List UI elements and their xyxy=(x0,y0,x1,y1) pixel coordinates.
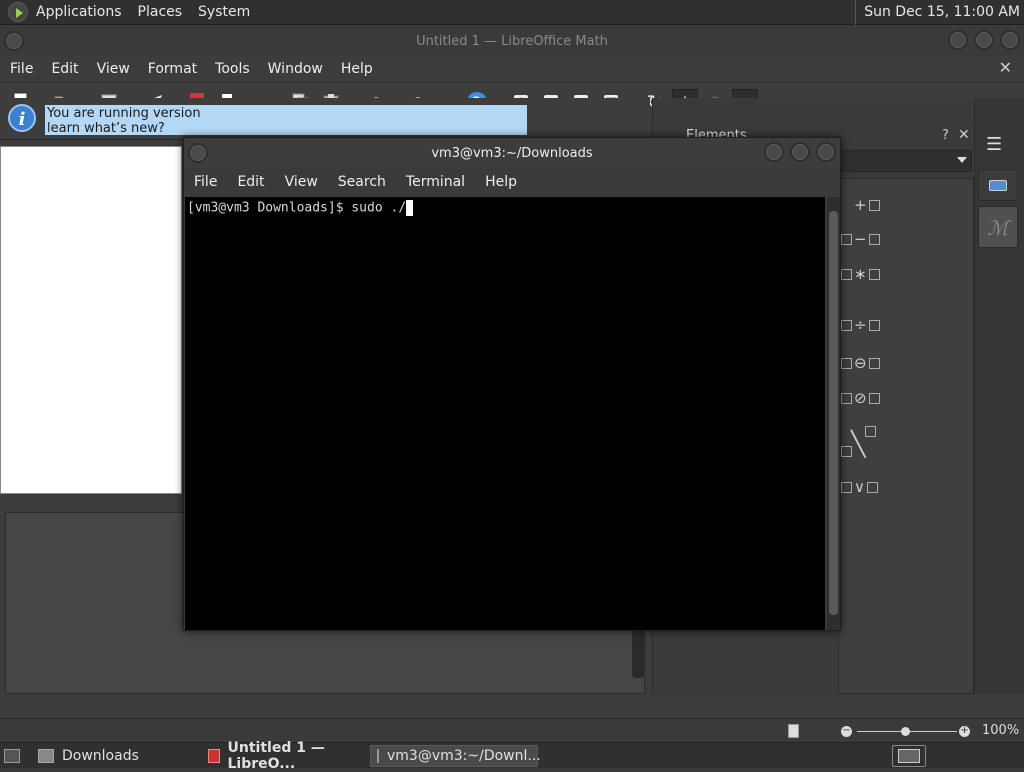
element-circled-slash[interactable]: ⊘ xyxy=(839,389,899,407)
infobar: i You are running version learn what’s n… xyxy=(0,98,650,140)
terminal-menu-help[interactable]: Help xyxy=(475,174,527,190)
terminal-scrollbar-thumb[interactable] xyxy=(829,211,838,615)
maximize-button[interactable] xyxy=(974,30,994,50)
terminal-output[interactable]: [vm3@vm3 Downloads]$ sudo ./ xyxy=(185,197,825,630)
terminal-menu-terminal[interactable]: Terminal xyxy=(396,174,475,190)
element-minus[interactable]: − xyxy=(839,230,899,248)
menu-view[interactable]: View xyxy=(87,61,138,77)
workspace-1-icon xyxy=(898,749,920,763)
formula-document[interactable] xyxy=(0,146,182,494)
menu-help[interactable]: Help xyxy=(331,61,381,77)
terminal-menu-file[interactable]: File xyxy=(184,174,227,190)
zoom-in-button[interactable]: + xyxy=(959,726,970,737)
window-title: Untitled 1 — LibreOffice Math xyxy=(416,33,608,49)
zoom-value[interactable]: 100% xyxy=(982,723,1019,738)
terminal-window: vm3@vm3:~/Downloads File Edit View Searc… xyxy=(183,137,841,631)
applications-menu[interactable]: Applications xyxy=(28,0,130,25)
sidebar-help-icon[interactable]: ? xyxy=(942,128,958,144)
terminal-menu-search[interactable]: Search xyxy=(328,174,396,190)
elements-category-dropdown[interactable] xyxy=(838,150,972,172)
taskbar-item-libreoffice[interactable]: Untitled 1 — LibreO... xyxy=(202,740,368,772)
sidebar-close-icon[interactable]: ✕ xyxy=(958,127,970,143)
terminal-scrollbar[interactable] xyxy=(827,197,840,630)
places-menu[interactable]: Places xyxy=(130,0,191,25)
menu-tools[interactable]: Tools xyxy=(205,61,258,77)
infobar-message[interactable]: You are running version learn what’s new… xyxy=(45,105,527,135)
libreoffice-menubar: File Edit View Format Tools Window Help … xyxy=(0,56,1024,82)
system-menu[interactable]: System xyxy=(190,0,258,25)
terminal-window-menu-icon[interactable] xyxy=(188,143,208,163)
clock[interactable]: Sun Dec 15, 11:00 AM xyxy=(855,0,1020,25)
elements-deck-icon[interactable]: ℳ xyxy=(978,206,1018,248)
elements-grid: + − ∗ ÷ ⊖ ⊘ ╲ ∨ xyxy=(838,178,974,694)
window-menu-icon[interactable] xyxy=(4,31,24,51)
workspace-switcher[interactable] xyxy=(892,745,926,767)
terminal-icon xyxy=(377,749,379,763)
terminal-prompt-line: [vm3@vm3 Downloads]$ sudo ./ xyxy=(187,200,407,216)
element-plus[interactable]: + xyxy=(839,196,899,214)
terminal-titlebar[interactable]: vm3@vm3:~/Downloads xyxy=(184,138,840,168)
element-circled-minus[interactable]: ⊖ xyxy=(839,354,899,372)
properties-deck-icon[interactable] xyxy=(978,169,1018,201)
terminal-cursor xyxy=(406,200,414,216)
show-desktop-button[interactable] xyxy=(2,745,22,767)
close-window-button[interactable] xyxy=(1000,30,1020,50)
menu-format[interactable]: Format xyxy=(138,61,205,77)
terminal-menu-view[interactable]: View xyxy=(275,174,328,190)
hamburger-menu-icon[interactable]: ☰ xyxy=(986,134,1002,155)
chevron-down-icon xyxy=(957,157,967,163)
terminal-close-button[interactable] xyxy=(816,142,836,162)
terminal-menubar: File Edit View Search Terminal Help xyxy=(184,168,840,196)
taskbar-item-terminal[interactable]: vm3@vm3:~/Downl... xyxy=(370,745,541,767)
close-document-icon[interactable]: ✕ xyxy=(999,58,1012,77)
minimize-button[interactable] xyxy=(948,30,968,50)
menu-edit[interactable]: Edit xyxy=(41,61,86,77)
terminal-maximize-button[interactable] xyxy=(790,142,810,162)
zoom-slider-thumb[interactable] xyxy=(901,727,910,736)
distro-logo-icon[interactable] xyxy=(8,2,28,22)
menu-window[interactable]: Window xyxy=(258,61,331,77)
element-or[interactable]: ∨ xyxy=(839,478,899,496)
terminal-title: vm3@vm3:~/Downloads xyxy=(431,145,593,161)
terminal-menu-edit[interactable]: Edit xyxy=(227,174,274,190)
libreoffice-titlebar[interactable]: Untitled 1 — LibreOffice Math xyxy=(0,26,1024,56)
top-panel: Applications Places System Sun Dec 15, 1… xyxy=(0,0,1024,25)
menu-file[interactable]: File xyxy=(0,61,41,77)
bottom-panel: Downloads Untitled 1 — LibreO... vm3@vm3… xyxy=(0,740,1024,772)
folder-icon xyxy=(38,749,54,763)
element-divide[interactable]: ÷ xyxy=(839,316,899,334)
status-bar: − + 100% xyxy=(0,718,1024,742)
zoom-out-button[interactable]: − xyxy=(841,726,852,737)
desktop-icon xyxy=(4,749,20,763)
element-wideslash[interactable]: ╲ xyxy=(839,426,899,462)
info-icon: i xyxy=(8,104,36,132)
document-status-icon[interactable] xyxy=(788,724,799,738)
libreoffice-math-icon xyxy=(208,749,220,763)
terminal-minimize-button[interactable] xyxy=(764,142,784,162)
element-multiply[interactable]: ∗ xyxy=(839,265,899,283)
taskbar-item-downloads[interactable]: Downloads xyxy=(32,745,198,767)
